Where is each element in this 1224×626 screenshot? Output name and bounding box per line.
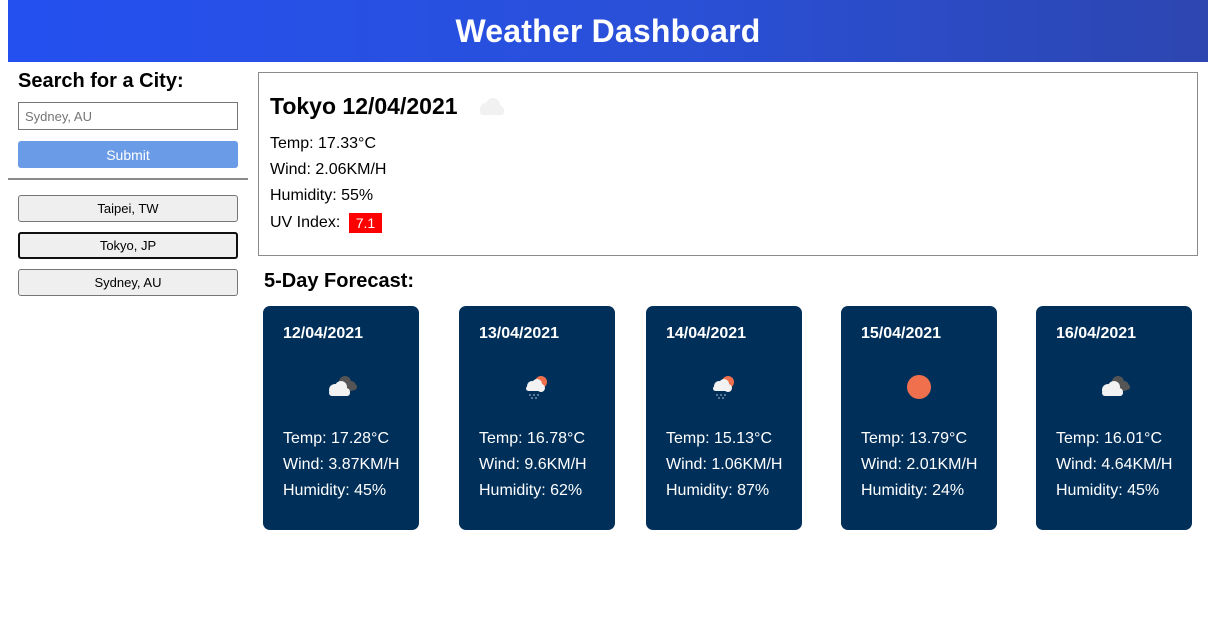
broken-clouds-icon <box>1102 376 1130 396</box>
current-uv: UV Index: 7.1 <box>270 213 383 233</box>
forecast-humidity: Humidity: 45% <box>1056 482 1160 499</box>
submit-button[interactable]: Submit <box>18 141 238 168</box>
sidebar-divider <box>8 178 248 180</box>
forecast-wind: Wind: 9.6KM/H <box>479 456 587 473</box>
forecast-heading: 5-Day Forecast: <box>264 270 415 292</box>
forecast-date: 14/04/2021 <box>666 325 747 342</box>
rain-sun-icon <box>526 376 547 399</box>
uv-index-badge: 7.1 <box>348 213 383 233</box>
forecast-wind: Wind: 1.06KM/H <box>666 456 783 473</box>
forecast-card: 15/04/2021 Temp: 13.79°C Wind: 2.01KM/H … <box>841 306 997 530</box>
forecast-humidity: Humidity: 45% <box>283 482 387 499</box>
history-button-sydney[interactable]: Sydney, AU <box>18 269 238 296</box>
current-temp: Temp: 17.33°C <box>270 135 377 152</box>
search-heading: Search for a City: <box>18 70 184 92</box>
forecast-humidity: Humidity: 62% <box>479 482 583 499</box>
current-humidity: Humidity: 55% <box>270 187 374 204</box>
forecast-wind: Wind: 3.87KM/H <box>283 456 400 473</box>
forecast-temp: Temp: 16.01°C <box>1056 430 1163 447</box>
history-button-taipei[interactable]: Taipei, TW <box>18 195 238 222</box>
search-history: Taipei, TW Tokyo, JP Sydney, AU <box>18 195 238 306</box>
broken-clouds-icon <box>329 376 357 396</box>
current-city-date: Tokyo 12/04/2021 <box>270 93 458 119</box>
current-weather-panel: Tokyo 12/04/2021 Temp: 17.33°C Wind: 2.0… <box>258 72 1198 256</box>
forecast-date: 16/04/2021 <box>1056 325 1137 342</box>
city-search-input[interactable] <box>18 102 238 130</box>
uv-label: UV Index: <box>270 214 341 232</box>
app-header: Weather Dashboard <box>8 0 1208 62</box>
forecast-temp: Temp: 17.28°C <box>283 430 390 447</box>
forecast-date: 12/04/2021 <box>283 325 364 342</box>
forecast-temp: Temp: 16.78°C <box>479 430 586 447</box>
page-title: Weather Dashboard <box>455 12 761 49</box>
forecast-temp: Temp: 15.13°C <box>666 430 773 447</box>
forecast-humidity: Humidity: 24% <box>861 482 965 499</box>
rain-sun-icon <box>713 376 734 399</box>
sun-icon <box>907 375 931 399</box>
history-button-tokyo[interactable]: Tokyo, JP <box>18 232 238 259</box>
forecast-humidity: Humidity: 87% <box>666 482 770 499</box>
forecast-card: 12/04/2021 Temp: 17.28°C Wind: 3.87KM/H … <box>263 306 419 530</box>
forecast-wind: Wind: 4.64KM/H <box>1056 456 1173 473</box>
forecast-temp: Temp: 13.79°C <box>861 430 968 447</box>
cloud-icon <box>479 97 504 115</box>
forecast-date: 15/04/2021 <box>861 325 942 342</box>
forecast-date: 13/04/2021 <box>479 325 560 342</box>
forecast-wind: Wind: 2.01KM/H <box>861 456 978 473</box>
forecast-card: 14/04/2021 Temp: 15.13°C Wind: 1.06KM/H … <box>646 306 802 530</box>
current-wind: Wind: 2.06KM/H <box>270 161 387 178</box>
forecast-card: 13/04/2021 Temp: 16.78°C Wind: 9.6KM/H H… <box>459 306 615 530</box>
forecast-card: 16/04/2021 Temp: 16.01°C Wind: 4.64KM/H … <box>1036 306 1192 530</box>
